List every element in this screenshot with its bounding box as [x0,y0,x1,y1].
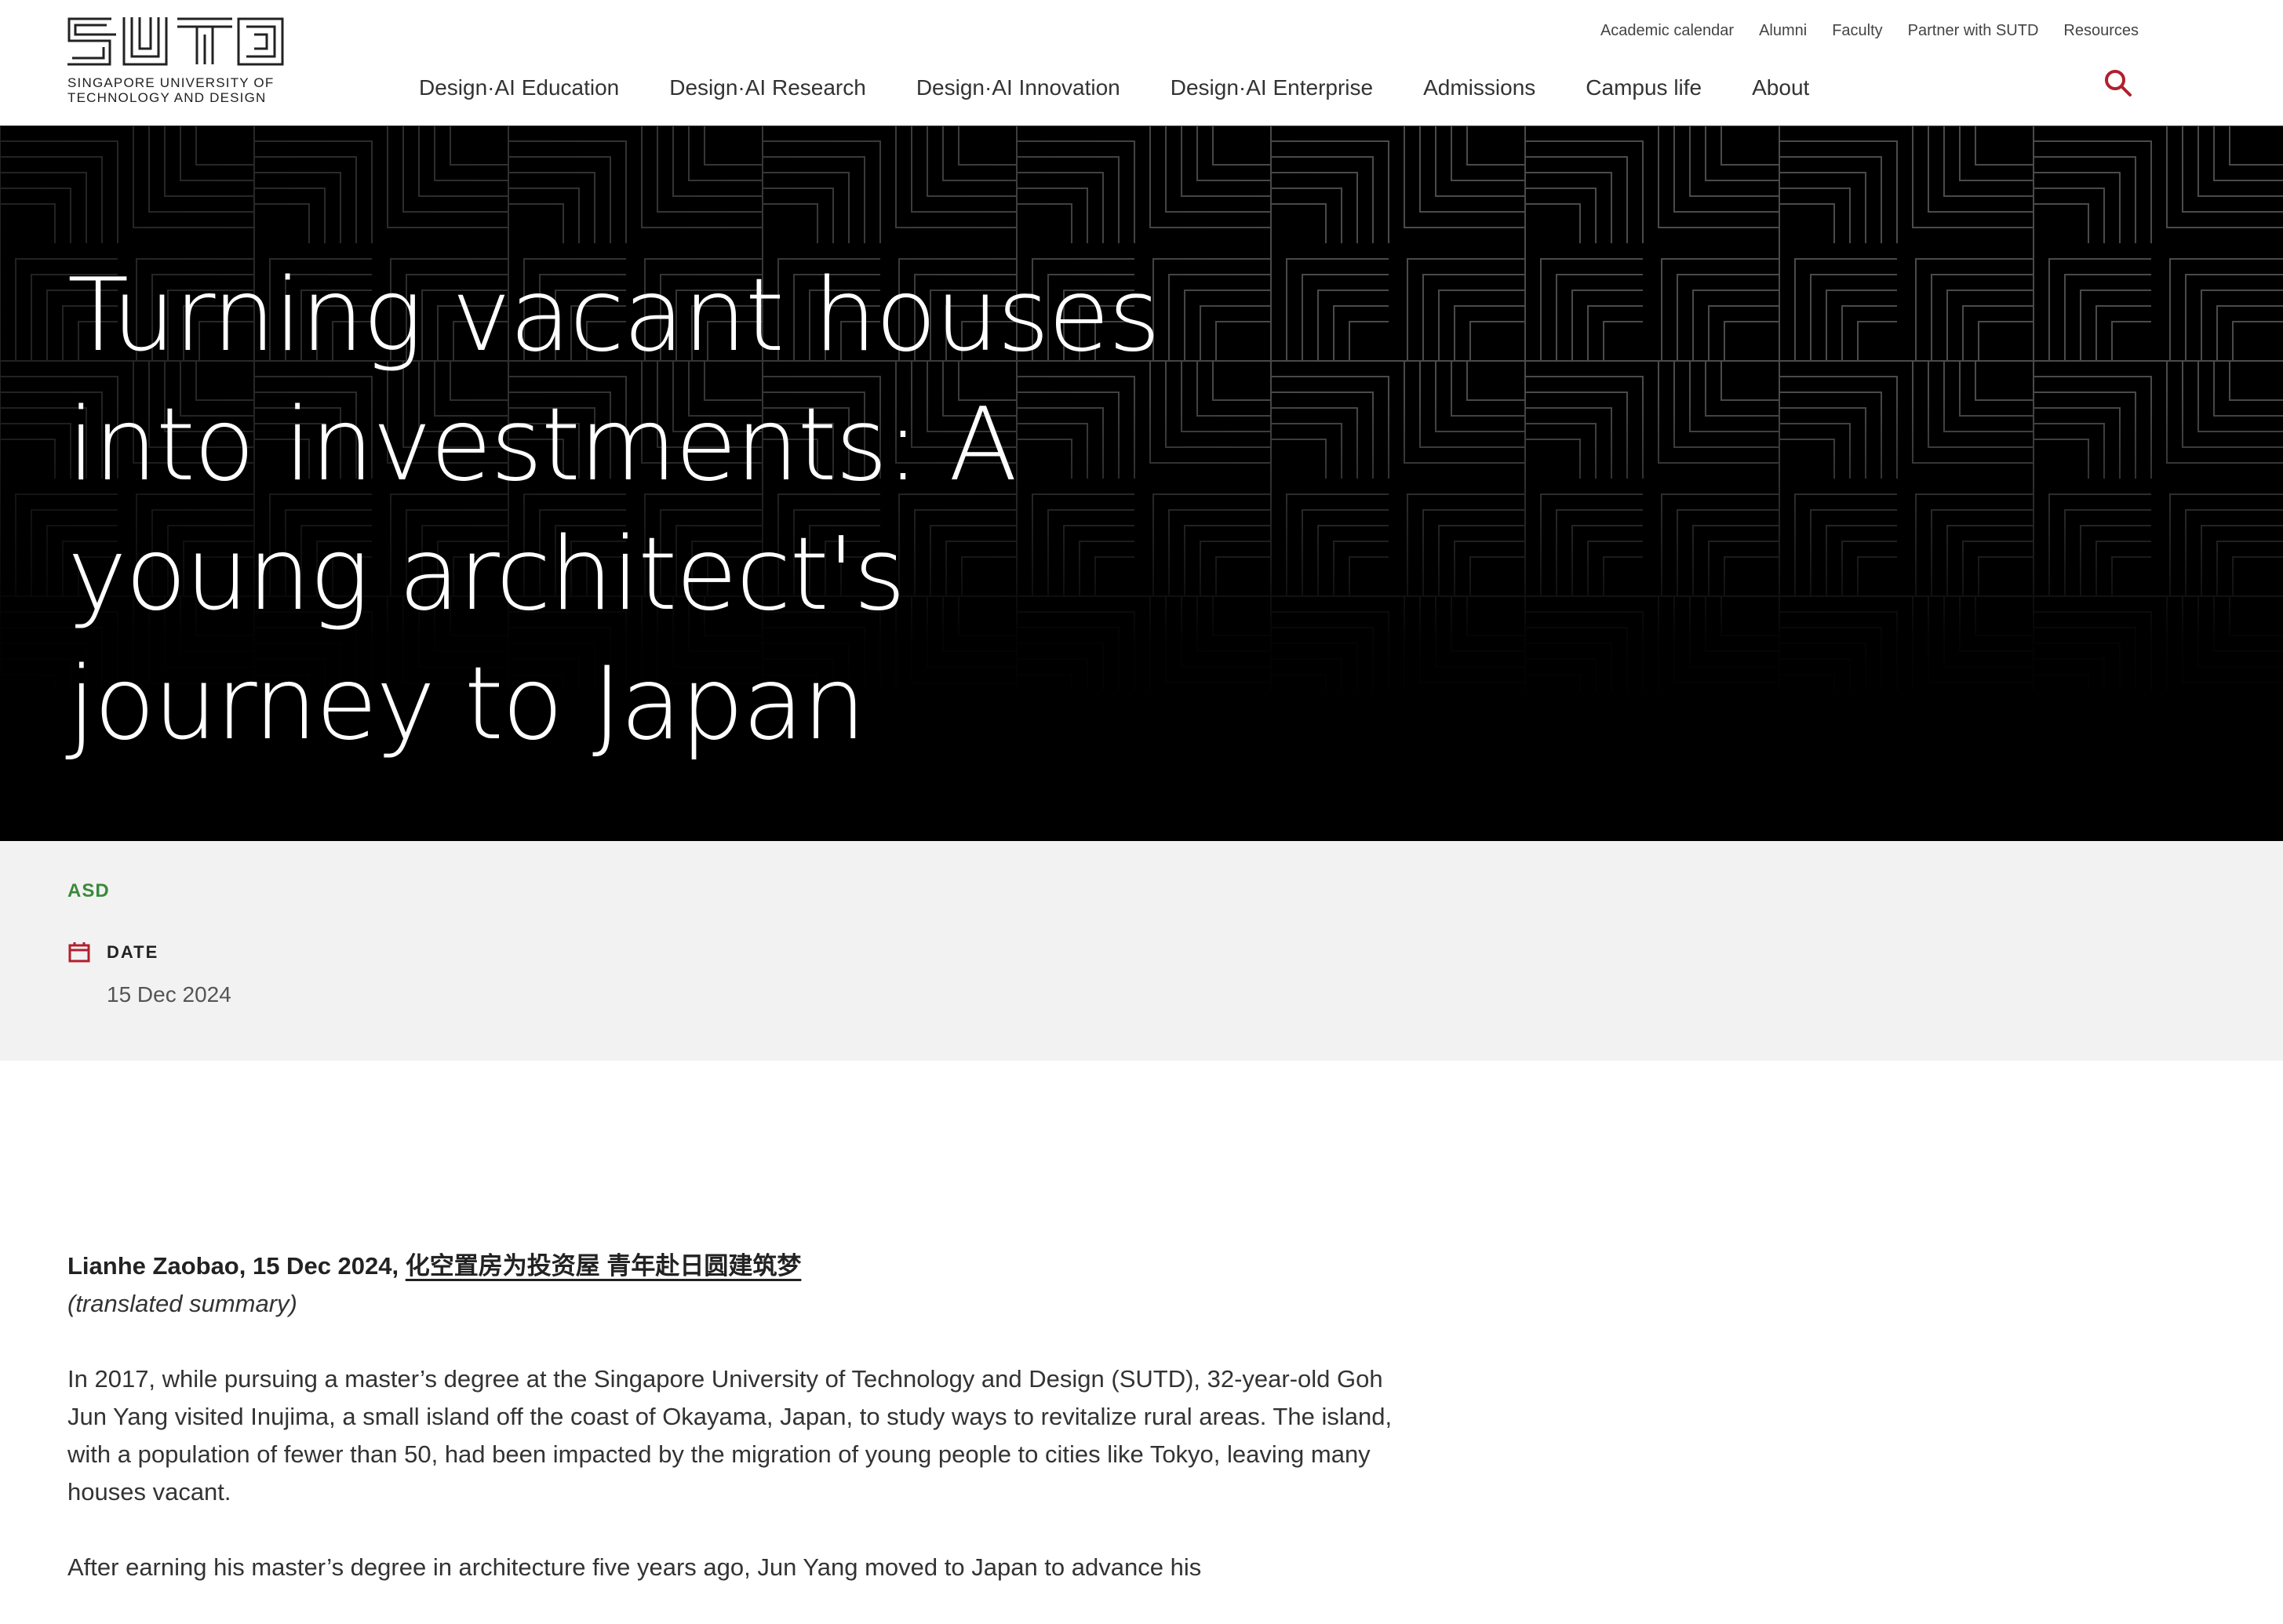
hero-banner: Turning vacant houses into investments: … [0,126,2283,841]
nav-campus-life[interactable]: Campus life [1586,75,1702,100]
util-link-alumni[interactable]: Alumni [1759,22,1807,40]
logo-line-2: TECHNOLOGY AND DESIGN [67,90,267,105]
search-icon [2105,70,2132,96]
logo-wordmark: SINGAPORE UNIVERSITY OF TECHNOLOGY AND D… [67,75,303,105]
util-link-resources[interactable]: Resources [2063,22,2139,40]
article-paragraph: After earning his master’s degree in arc… [67,1553,1202,1581]
nav-design-ai-research[interactable]: Design·AI Research [669,75,866,100]
source-line: Lianhe Zaobao, 15 Dec 2024, 化空置房为投资屋 青年赴… [67,1247,1417,1285]
date-label-row: DATE [67,941,158,963]
util-link-academic-calendar[interactable]: Academic calendar [1600,22,1734,40]
site-header: SINGAPORE UNIVERSITY OF TECHNOLOGY AND D… [0,0,2283,126]
date-label: DATE [107,942,159,962]
nav-design-ai-innovation[interactable]: Design·AI Innovation [916,75,1120,100]
search-button[interactable] [2103,67,2134,99]
nav-design-ai-education[interactable]: Design·AI Education [419,75,619,100]
article-paragraph: In 2017, while pursuing a master’s degre… [67,1365,1393,1506]
article-meta: ASD DATE 15 Dec 2024 [0,841,2283,1061]
calendar-icon [68,942,90,963]
source-note: (translated summary) [67,1290,297,1317]
publish-date: 15 Dec 2024 [107,982,231,1007]
category-tag-asd[interactable]: ASD [67,880,110,902]
source-prefix: Lianhe Zaobao, 15 Dec 2024, [67,1252,399,1280]
utility-nav: Academic calendar Alumni Faculty Partner… [1600,22,2139,40]
nav-about[interactable]: About [1752,75,1809,100]
nav-admissions[interactable]: Admissions [1423,75,1535,100]
sutd-logo-mark [67,17,284,66]
logo-line-1: SINGAPORE UNIVERSITY OF [67,75,275,90]
source-link[interactable]: 化空置房为投资屋 青年赴日圆建筑梦 [406,1252,802,1280]
sutd-logo[interactable]: SINGAPORE UNIVERSITY OF TECHNOLOGY AND D… [67,17,287,105]
util-link-faculty[interactable]: Faculty [1832,22,1882,40]
article-body: Lianhe Zaobao, 15 Dec 2024, 化空置房为投资屋 青年赴… [67,1247,1417,1624]
nav-design-ai-enterprise[interactable]: Design·AI Enterprise [1171,75,1373,100]
util-link-partner-with-sutd[interactable]: Partner with SUTD [1908,22,2039,40]
page-title: Turning vacant houses into investments: … [67,257,1160,763]
main-nav: Design·AI Education Design·AI Research D… [419,75,1809,100]
